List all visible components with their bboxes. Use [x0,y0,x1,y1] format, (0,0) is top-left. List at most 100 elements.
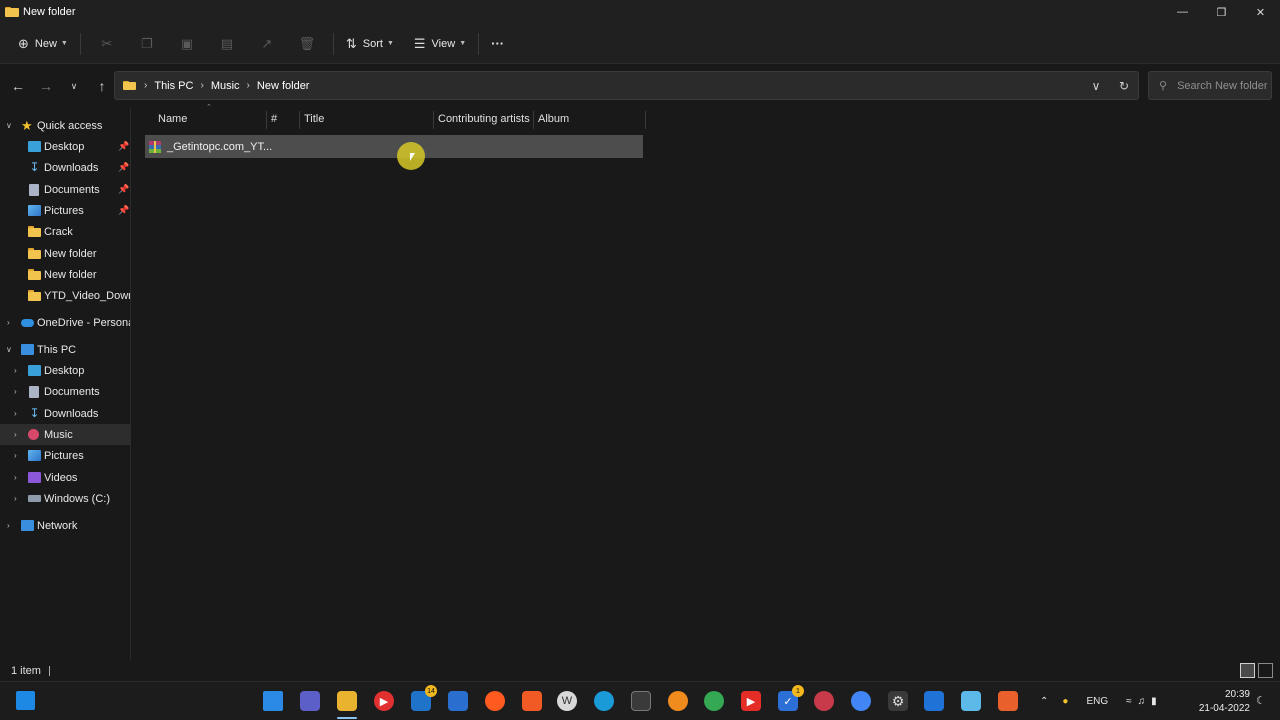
wordpress-icon[interactable]: W [557,691,577,711]
column-divider[interactable] [266,111,267,129]
address-dropdown-icon[interactable]: ∨ [1082,79,1110,93]
column-header-album[interactable]: Album [538,108,569,130]
file-explorer-icon[interactable] [337,691,357,711]
sidebar-item-desktop[interactable]: Desktop 📌 [0,136,130,157]
blender-icon[interactable] [668,691,688,711]
volume-icon[interactable]: ♫ [1138,696,1146,707]
sidebar-item-pc-documents[interactable]: › Documents [0,381,130,402]
todo-icon[interactable]: ✓ 1 [778,685,804,711]
new-button[interactable]: ⊕ New ▼ [12,29,74,59]
sidebar-item-this-pc[interactable]: ∨ This PC [0,339,130,360]
column-divider[interactable] [533,111,534,129]
search-box[interactable]: ⚲ [1148,71,1272,100]
sidebar-item-pc-videos[interactable]: › Videos [0,467,130,488]
minimize-button[interactable]: — [1163,0,1202,24]
sort-button[interactable]: ⇅ Sort ▼ [340,29,400,59]
clock[interactable]: 20:39 21-04-2022 [1186,688,1250,716]
file-list-pane[interactable]: ⌃ Name # Title Contributing artists Albu… [132,104,1280,660]
forward-button[interactable]: → [32,72,60,100]
address-bar[interactable]: › This PC › Music › New folder ∨ ↻ [114,71,1139,100]
breadcrumb-music[interactable]: Music [211,80,240,92]
app-icon[interactable] [814,691,834,711]
windows-start-icon[interactable] [16,691,35,710]
chevron-right-icon[interactable]: › [14,473,17,482]
wifi-icon[interactable]: ≈ [1126,696,1132,707]
refresh-icon[interactable]: ↻ [1110,79,1138,93]
start-menu-icon[interactable] [263,691,283,711]
chevron-right-icon[interactable]: › [14,387,17,396]
details-view-button[interactable] [1240,663,1255,678]
chevron-right-icon[interactable]: › [14,430,17,439]
sidebar-item-new-folder[interactable]: New folder [0,243,130,264]
paste-icon[interactable]: ▣ [167,29,207,59]
column-divider[interactable] [299,111,300,129]
sidebar-item-quick-access[interactable]: ∨ ★ Quick access [0,115,130,136]
notepad-icon[interactable] [961,691,981,711]
column-header-name[interactable]: Name [158,108,187,130]
store-icon[interactable] [631,691,651,711]
battery-icon[interactable]: ▮ [1151,696,1157,707]
chevron-right-icon[interactable]: › [7,318,10,327]
up-button[interactable]: ↑ [88,72,116,100]
chevron-right-icon[interactable]: › [14,494,17,503]
notifications-icon[interactable]: ☾ [1256,694,1266,707]
reddit-icon[interactable] [485,691,505,711]
language-indicator[interactable]: ENG [1086,696,1108,707]
restore-button[interactable]: ❐ [1202,0,1241,24]
large-icons-view-button[interactable] [1258,663,1273,678]
rename-icon[interactable]: ▤ [207,29,247,59]
brave-icon[interactable] [522,691,542,711]
sidebar-item-new-folder-2[interactable]: New folder [0,264,130,285]
chrome-icon[interactable] [704,691,724,711]
edge-icon[interactable] [594,691,614,711]
chat-icon[interactable] [300,691,320,711]
sidebar-item-ytd-video-downloader[interactable]: YTD_Video_Downlo [0,285,130,306]
sidebar-item-pc-windows-c[interactable]: › Windows (C:) [0,488,130,509]
sidebar-item-network[interactable]: › Network [0,515,130,536]
sidebar-item-pc-downloads[interactable]: › ↧ Downloads [0,403,130,424]
more-options-button[interactable]: ··· [485,29,510,59]
delete-icon[interactable]: 🗑 [287,29,327,59]
search-input[interactable] [1177,79,1268,92]
column-header-title[interactable]: Title [304,108,324,130]
close-button[interactable]: ✕ [1241,0,1280,24]
column-label: Contributing artists [438,113,530,125]
copy-icon[interactable]: ❐ [127,29,167,59]
chevron-right-icon[interactable]: › [14,409,17,418]
mail-icon[interactable]: 14 [411,685,437,711]
breadcrumb-this-pc[interactable]: This PC [154,80,193,92]
youtube-music-icon[interactable]: ▶ [374,691,394,711]
sidebar-item-documents[interactable]: Documents 📌 [0,179,130,200]
chevron-up-icon[interactable]: ⌃ [1040,696,1048,707]
table-row[interactable]: _Getintopc.com_YT... [145,135,643,158]
column-header-number[interactable]: # [271,108,277,130]
share-icon[interactable]: ↗ [247,29,287,59]
chevron-right-icon[interactable]: › [14,451,17,460]
microphone-icon[interactable]: ● [1062,696,1068,707]
security-shield-icon[interactable] [924,691,944,711]
breadcrumb-new-folder[interactable]: New folder [257,80,310,92]
recent-locations-button[interactable]: ∨ [60,72,88,100]
chevron-down-icon[interactable]: ∨ [6,121,12,130]
sidebar-item-downloads[interactable]: ↧ Downloads 📌 [0,157,130,178]
sidebar-item-pc-desktop[interactable]: › Desktop [0,360,130,381]
chrome-icon[interactable] [851,691,871,711]
sidebar-item-pc-pictures[interactable]: › Pictures [0,445,130,466]
cut-icon[interactable]: ✂ [87,29,127,59]
sidebar-item-crack[interactable]: Crack [0,221,130,242]
sidebar-item-onedrive[interactable]: › OneDrive - Personal [0,312,130,333]
settings-icon[interactable]: ⚙ [888,691,908,711]
column-divider[interactable] [433,111,434,129]
sidebar-item-pc-music[interactable]: › Music [0,424,130,445]
sidebar-item-pictures[interactable]: Pictures 📌 [0,200,130,221]
chevron-right-icon[interactable]: › [7,521,10,530]
column-divider[interactable] [645,111,646,129]
view-button[interactable]: ☰ View ▼ [408,29,472,59]
chevron-down-icon[interactable]: ∨ [6,345,12,354]
outlook-icon[interactable] [448,691,468,711]
chevron-right-icon[interactable]: › [14,366,17,375]
screen-recorder-icon[interactable] [998,691,1018,711]
youtube-icon[interactable]: ▶ [741,691,761,711]
back-button[interactable]: ← [4,72,32,100]
column-header-contributing-artists[interactable]: Contributing artists [438,108,530,130]
